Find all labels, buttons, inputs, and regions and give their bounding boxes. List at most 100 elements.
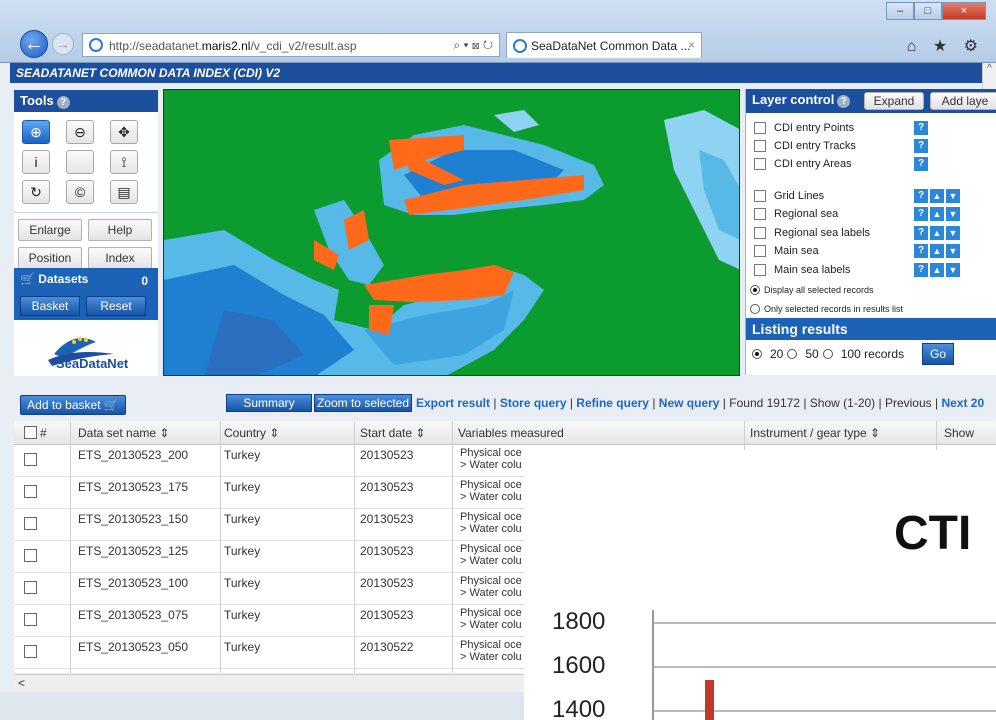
select-icon[interactable]: ⟟ <box>110 150 138 174</box>
basket-button[interactable]: Basket <box>20 296 80 316</box>
layer-item[interactable]: Regional sea labels <box>754 224 870 242</box>
store-query-link[interactable]: Store query <box>500 396 567 410</box>
refine-query-link[interactable]: Refine query <box>576 396 649 410</box>
minimize-button[interactable]: – <box>886 2 914 20</box>
layer-help-icon[interactable]: ? <box>837 95 851 108</box>
add-layer-button[interactable]: Add laye <box>930 92 996 110</box>
col-dataset-name[interactable]: Data set name ⇕ <box>78 426 169 440</box>
pan-icon[interactable]: ✥ <box>110 120 138 144</box>
dataset-name-cell: ETS_20130523_200 <box>78 448 189 462</box>
export-result-link[interactable]: Export result <box>416 396 490 410</box>
layer-item[interactable]: CDI entry Tracks <box>754 137 856 155</box>
zoom-in-icon[interactable]: ⊕ <box>22 120 50 144</box>
tab-close-icon[interactable]: × <box>688 38 695 52</box>
address-bar[interactable]: http://seadatanet.maris2.nl/v_cdi_v2/res… <box>82 33 500 57</box>
move-down-icon[interactable]: ▼ <box>946 207 960 221</box>
layer-help-icon[interactable]: ? <box>914 189 928 203</box>
back-button[interactable]: ← <box>20 30 48 58</box>
layer-help-icon[interactable]: ? <box>914 226 928 240</box>
radio-20[interactable] <box>752 349 762 359</box>
browser-tab[interactable]: SeaDataNet Common Data ... × <box>506 32 702 58</box>
maximize-button[interactable]: □ <box>914 2 942 20</box>
col-instrument[interactable]: Instrument / gear type ⇕ <box>750 426 880 440</box>
info-icon[interactable]: i <box>22 150 50 174</box>
address-tools-icon[interactable]: ⌕ ▾ ⊠ ↻ <box>453 38 493 53</box>
select-all-checkbox[interactable] <box>24 426 37 439</box>
position-button[interactable]: Position <box>18 247 82 269</box>
row-checkbox[interactable] <box>24 645 37 658</box>
previous-link[interactable]: Previous <box>885 396 932 410</box>
layer-help-icon[interactable]: ? <box>914 207 928 221</box>
list-icon[interactable]: ▤ <box>110 180 138 204</box>
row-checkbox[interactable] <box>24 485 37 498</box>
col-country[interactable]: Country ⇕ <box>224 426 279 440</box>
layer-item[interactable]: Main sea labels <box>754 261 850 279</box>
layer-item[interactable]: CDI entry Points <box>754 119 854 137</box>
blank-tool-icon[interactable] <box>66 150 94 174</box>
next-link[interactable]: Next 20 <box>941 396 984 410</box>
layer-item[interactable]: CDI entry Areas <box>754 155 852 173</box>
col-start-date[interactable]: Start date ⇕ <box>360 426 425 440</box>
zoom-out-icon[interactable]: ⊖ <box>66 120 94 144</box>
radio-100[interactable] <box>822 349 833 359</box>
layer-checkbox[interactable] <box>754 208 766 220</box>
dataset-name-cell: ETS_20130523_050 <box>78 640 189 654</box>
display-all-option[interactable]: Display all selected records <box>750 285 874 295</box>
move-up-icon[interactable]: ▲ <box>930 189 944 203</box>
close-window-button[interactable]: × <box>942 2 986 20</box>
move-up-icon[interactable]: ▲ <box>930 244 944 258</box>
move-up-icon[interactable]: ▲ <box>930 207 944 221</box>
variables-line: > Water colu <box>460 619 522 631</box>
row-checkbox[interactable] <box>24 549 37 562</box>
only-selected-radio[interactable] <box>750 304 760 314</box>
forward-button[interactable]: → <box>52 33 74 55</box>
move-up-icon[interactable]: ▲ <box>930 226 944 240</box>
zoom-to-selected-button[interactable]: Zoom to selected <box>314 394 412 412</box>
layer-checkbox[interactable] <box>754 190 766 202</box>
row-checkbox[interactable] <box>24 613 37 626</box>
reset-button[interactable]: Reset <box>86 296 146 316</box>
layer-checkbox[interactable] <box>754 158 766 170</box>
results-toolbar: Add to basket 🛒 Summary Zoom to selected… <box>0 390 996 415</box>
row-checkbox[interactable] <box>24 453 37 466</box>
display-all-radio[interactable] <box>750 285 760 295</box>
layer-help-icon[interactable]: ? <box>914 263 928 277</box>
move-down-icon[interactable]: ▼ <box>946 226 960 240</box>
new-query-link[interactable]: New query <box>659 396 720 410</box>
layer-checkbox[interactable] <box>754 140 766 152</box>
layer-help-icon[interactable]: ? <box>914 121 928 135</box>
layer-checkbox[interactable] <box>754 245 766 257</box>
scroll-left-icon[interactable]: < <box>18 676 25 690</box>
only-selected-option[interactable]: Only selected records in results list <box>750 304 903 314</box>
copyright-icon[interactable]: © <box>66 180 94 204</box>
refresh-icon[interactable]: ↻ <box>22 180 50 204</box>
help-icon[interactable]: ? <box>56 96 70 109</box>
layer-help-icon[interactable]: ? <box>914 244 928 258</box>
move-up-icon[interactable]: ▲ <box>930 263 944 277</box>
layer-checkbox[interactable] <box>754 227 766 239</box>
summary-button[interactable]: Summary <box>226 394 312 412</box>
layer-item[interactable]: Regional sea <box>754 205 838 223</box>
go-button[interactable]: Go <box>922 343 954 365</box>
move-down-icon[interactable]: ▼ <box>946 244 960 258</box>
expand-button[interactable]: Expand <box>864 92 924 110</box>
layer-help-icon[interactable]: ? <box>914 139 928 153</box>
enlarge-button[interactable]: Enlarge <box>18 219 82 241</box>
move-down-icon[interactable]: ▼ <box>946 263 960 277</box>
add-to-basket-button[interactable]: Add to basket 🛒 <box>20 395 126 415</box>
layer-help-icon[interactable]: ? <box>914 157 928 171</box>
layer-checkbox[interactable] <box>754 122 766 134</box>
move-down-icon[interactable]: ▼ <box>946 189 960 203</box>
layer-item[interactable]: Main sea <box>754 242 819 260</box>
row-checkbox[interactable] <box>24 581 37 594</box>
index-button[interactable]: Index <box>88 247 152 269</box>
radio-50[interactable] <box>787 349 798 359</box>
overlay-gridline <box>652 622 996 624</box>
layer-checkbox[interactable] <box>754 264 766 276</box>
browser-home-favorites-settings-icon[interactable]: ⌂ ★ ⚙ <box>907 36 984 56</box>
help-button[interactable]: Help <box>88 219 152 241</box>
tab-ie-icon <box>513 39 527 53</box>
row-checkbox[interactable] <box>24 517 37 530</box>
layer-item[interactable]: Grid Lines <box>754 187 824 205</box>
map-canvas[interactable] <box>163 89 740 376</box>
